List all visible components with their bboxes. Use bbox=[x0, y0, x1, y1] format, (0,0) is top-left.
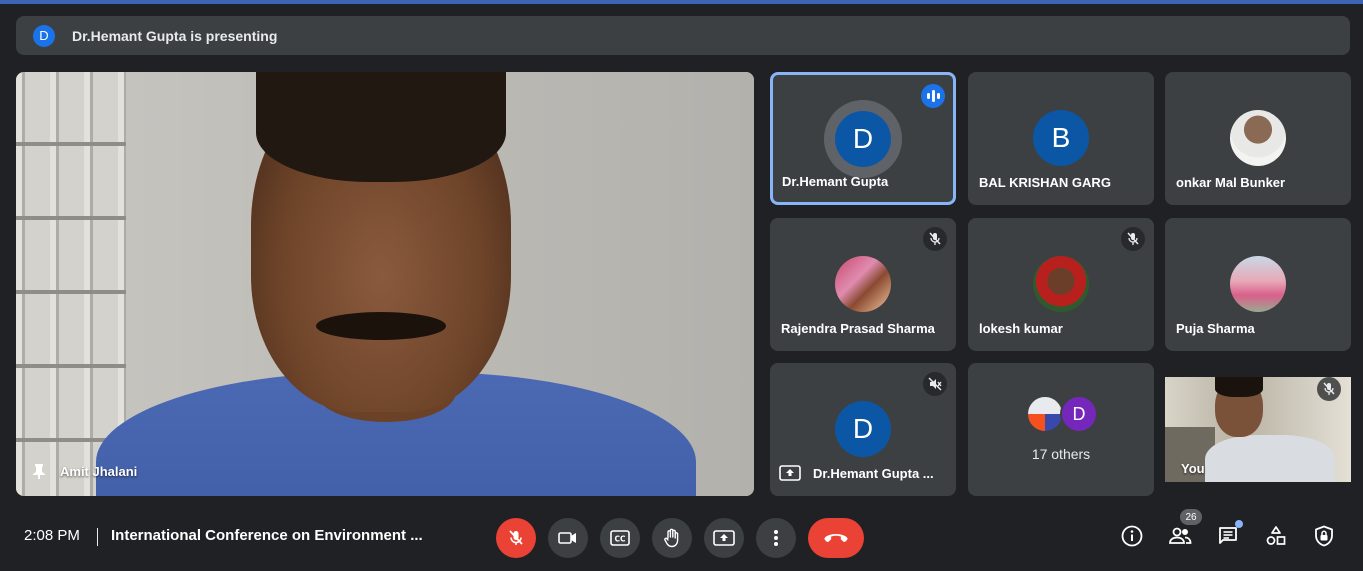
svg-text:CC: CC bbox=[614, 535, 626, 544]
participant-tile-hemant[interactable]: D Dr.Hemant Gupta bbox=[770, 72, 956, 205]
avatar bbox=[1230, 110, 1286, 166]
participant-tile-lokesh[interactable]: lokesh kumar bbox=[968, 218, 1154, 351]
activities-button[interactable] bbox=[1263, 523, 1289, 549]
participant-tile-puja[interactable]: Puja Sharma bbox=[1165, 218, 1351, 351]
main-tile-name: Amit Jhalani bbox=[60, 463, 138, 479]
self-name: You bbox=[1181, 461, 1205, 476]
participant-tile-hemant-presentation[interactable]: D Dr.Hemant Gupta ... bbox=[770, 363, 956, 496]
clock-time: 2:08 PM bbox=[24, 527, 80, 544]
avatar bbox=[1230, 256, 1286, 312]
presenting-banner[interactable]: D Dr.Hemant Gupta is presenting bbox=[16, 16, 1350, 55]
participant-name: Puja Sharma bbox=[1176, 321, 1255, 336]
mic-toggle-button[interactable] bbox=[496, 518, 536, 558]
present-to-all-icon bbox=[713, 530, 735, 546]
hand-icon bbox=[664, 528, 679, 548]
speaking-indicator-icon bbox=[921, 84, 945, 108]
call-end-icon bbox=[824, 534, 848, 542]
participant-name: BAL KRISHAN GARG bbox=[979, 175, 1111, 190]
chat-icon bbox=[1219, 527, 1237, 544]
chat-notification-dot bbox=[1235, 520, 1243, 528]
closed-captions-icon: CC bbox=[610, 530, 630, 546]
leave-call-button[interactable] bbox=[808, 518, 864, 558]
people-icon bbox=[1169, 527, 1192, 544]
presenting-text: Dr.Hemant Gupta is presenting bbox=[72, 27, 278, 44]
avatar: D bbox=[835, 111, 891, 167]
participant-tile-bal-krishan[interactable]: B BAL KRISHAN GARG bbox=[968, 72, 1154, 205]
meeting-details-button[interactable] bbox=[1119, 523, 1145, 549]
volume-off-icon bbox=[923, 372, 947, 396]
info-icon bbox=[1121, 525, 1143, 547]
shield-lock-icon bbox=[1315, 525, 1333, 547]
more-options-button[interactable] bbox=[756, 518, 796, 558]
host-controls-button[interactable] bbox=[1311, 523, 1337, 549]
main-video-tile[interactable]: Amit Jhalani bbox=[16, 72, 754, 496]
present-now-button[interactable] bbox=[704, 518, 744, 558]
others-tile[interactable]: D 17 others bbox=[968, 363, 1154, 496]
participant-name: Dr.Hemant Gupta bbox=[782, 174, 889, 189]
more-vert-icon bbox=[774, 530, 778, 546]
participant-name: Dr.Hemant Gupta ... bbox=[813, 465, 934, 481]
mic-off-icon bbox=[1317, 377, 1341, 401]
participant-tile-onkar[interactable]: onkar Mal Bunker bbox=[1165, 72, 1351, 205]
mic-off-icon bbox=[1121, 227, 1145, 251]
chat-button[interactable] bbox=[1215, 520, 1243, 549]
videocam-icon bbox=[558, 532, 576, 544]
present-screen-icon bbox=[779, 465, 801, 481]
avatar bbox=[1033, 256, 1089, 312]
others-avatar-1 bbox=[1026, 395, 1064, 433]
camera-toggle-button[interactable] bbox=[548, 518, 588, 558]
divider bbox=[97, 528, 98, 546]
mic-off-icon bbox=[923, 227, 947, 251]
avatar: B bbox=[1033, 110, 1089, 166]
pin-icon[interactable] bbox=[32, 463, 46, 479]
others-count: 17 others bbox=[1031, 446, 1091, 462]
others-avatar-2: D bbox=[1060, 395, 1098, 433]
participants-button[interactable] bbox=[1167, 523, 1193, 549]
raise-hand-button[interactable] bbox=[652, 518, 692, 558]
participant-name: onkar Mal Bunker bbox=[1176, 175, 1286, 190]
avatar bbox=[835, 256, 891, 312]
avatar: D bbox=[835, 401, 891, 457]
participant-name: Rajendra Prasad Sharma bbox=[781, 321, 935, 336]
bottom-toolbar: 2:08 PM International Conference on Envi… bbox=[0, 505, 1363, 571]
participant-tile-rajendra[interactable]: Rajendra Prasad Sharma bbox=[770, 218, 956, 351]
meeting-title: International Conference on Environment … bbox=[111, 527, 423, 544]
mic-off-icon bbox=[509, 530, 523, 545]
captions-button[interactable]: CC bbox=[600, 518, 640, 558]
window-top-border bbox=[0, 0, 1363, 4]
self-video-tile[interactable]: You bbox=[1165, 377, 1351, 482]
presenter-avatar: D bbox=[33, 24, 55, 47]
participant-name: lokesh kumar bbox=[979, 321, 1063, 336]
shapes-icon bbox=[1266, 526, 1286, 545]
